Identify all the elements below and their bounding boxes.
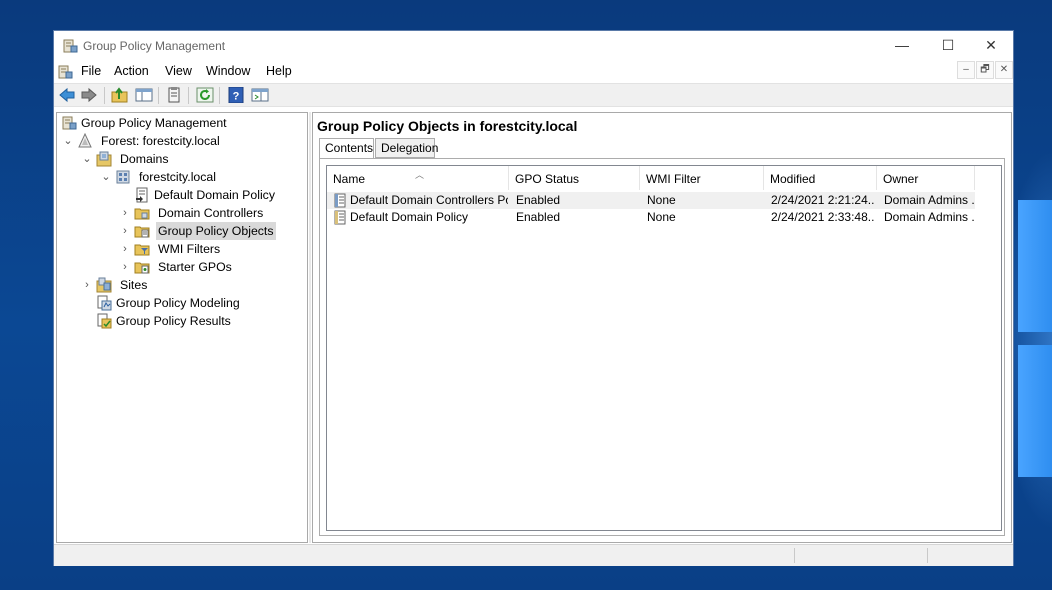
mdi-close-button[interactable]: ✕ (995, 61, 1013, 79)
collapse-chevron-icon[interactable]: ⌄ (82, 150, 92, 168)
gpmc-window: Group Policy Management — ☐ ✕ File Actio… (53, 30, 1014, 566)
menu-file[interactable]: File (81, 64, 101, 78)
page-title: Group Policy Objects in forestcity.local (317, 118, 578, 134)
domains-icon (96, 151, 112, 167)
table-row[interactable]: Default Domain Policy Enabled None 2/24/… (327, 209, 975, 226)
cell-name: Default Domain Policy (350, 210, 469, 224)
gpo-list-view[interactable]: ︿ Name GPO Status WMI Filter Modified Ow… (326, 165, 1002, 531)
expand-chevron-icon[interactable]: › (120, 204, 130, 222)
window-title: Group Policy Management (83, 39, 226, 53)
menu-view[interactable]: View (165, 64, 192, 78)
back-icon[interactable] (58, 87, 76, 103)
forest-icon (78, 133, 92, 148)
collapse-chevron-icon[interactable]: ⌄ (63, 132, 73, 150)
minimize-button[interactable]: — (879, 31, 925, 61)
maximize-button[interactable]: ☐ (925, 31, 971, 61)
toolbar-separator (188, 87, 189, 104)
cell-wmi-filter: None (647, 210, 676, 224)
starter-gpo-icon (134, 262, 150, 274)
menu-help[interactable]: Help (266, 64, 292, 78)
up-folder-icon[interactable] (111, 87, 129, 103)
cell-modified: 2/24/2021 2:21:24... (771, 193, 875, 207)
menu-bar: File Action View Window Help (54, 61, 1013, 83)
expand-chevron-icon[interactable]: › (120, 240, 130, 258)
console-icon[interactable] (251, 87, 269, 103)
toolbar: ? (54, 83, 1013, 107)
cell-name: Default Domain Controllers Policy (350, 193, 508, 207)
tab-panel-contents: ︿ Name GPO Status WMI Filter Modified Ow… (319, 158, 1005, 536)
desktop-logo-tile (1018, 200, 1052, 332)
sort-ascending-icon: ︿ (415, 170, 425, 180)
refresh-icon[interactable] (196, 87, 214, 103)
gpo-link-icon (136, 187, 148, 203)
cell-modified: 2/24/2021 2:33:48... (771, 210, 875, 224)
system-menu-icon[interactable] (57, 64, 73, 80)
properties-icon[interactable] (165, 87, 183, 103)
cell-gpo-status: Enabled (516, 193, 561, 207)
help-icon[interactable]: ? (227, 87, 245, 103)
collapse-chevron-icon[interactable]: ⌄ (101, 168, 111, 186)
table-row[interactable]: Default Domain Controllers Policy Enable… (327, 192, 975, 209)
tab-contents[interactable]: Contents (319, 138, 374, 159)
tab-delegation[interactable]: Delegation (375, 138, 438, 158)
forward-icon[interactable] (80, 87, 98, 103)
cell-owner: Domain Admins ... (884, 210, 974, 224)
results-icon (97, 313, 112, 329)
menu-action[interactable]: Action (114, 64, 149, 78)
mdi-controls: – 🗗 ✕ (956, 61, 1014, 81)
mdi-restore-button[interactable]: 🗗 (976, 61, 994, 79)
list-header: ︿ Name GPO Status WMI Filter Modified Ow… (327, 166, 1001, 190)
gpmc-icon (62, 116, 77, 130)
column-header-name[interactable]: ︿ Name (327, 166, 509, 190)
mdi-minimize-button[interactable]: – (957, 61, 975, 79)
sites-icon (96, 277, 112, 293)
desktop-logo-tile (1018, 345, 1052, 477)
title-bar[interactable]: Group Policy Management — ☐ ✕ (54, 31, 1013, 61)
status-separator (927, 548, 928, 563)
cell-wmi-filter: None (647, 193, 676, 207)
gpo-icon (334, 210, 346, 225)
status-separator (794, 548, 795, 563)
show-hide-tree-icon[interactable] (135, 87, 153, 103)
menu-window[interactable]: Window (206, 64, 250, 78)
toolbar-separator (104, 87, 105, 104)
gpmc-app-icon (63, 39, 78, 53)
toolbar-separator (219, 87, 220, 104)
expand-chevron-icon[interactable]: › (120, 222, 130, 240)
gpo-folder-icon (134, 226, 150, 238)
domain-icon (116, 170, 130, 184)
toolbar-separator (158, 87, 159, 104)
column-header-gpo-status[interactable]: GPO Status (509, 166, 640, 190)
column-header-wmi-filter[interactable]: WMI Filter (640, 166, 764, 190)
wmi-filter-icon (134, 244, 150, 256)
ou-folder-icon (134, 208, 150, 220)
cell-owner: Domain Admins ... (884, 193, 974, 207)
pane-splitter[interactable] (309, 112, 311, 543)
expand-chevron-icon[interactable]: › (120, 258, 130, 276)
column-header-owner[interactable]: Owner (877, 166, 975, 190)
modeling-icon (97, 295, 112, 311)
column-header-modified[interactable]: Modified (764, 166, 877, 190)
cell-gpo-status: Enabled (516, 210, 561, 224)
svg-text:?: ? (233, 91, 240, 103)
console-tree: Group Policy Management ⌄ Forest: forest… (56, 112, 308, 543)
status-bar (54, 544, 1013, 566)
gpo-icon (334, 193, 346, 208)
expand-chevron-icon[interactable]: › (82, 276, 92, 294)
results-pane: Group Policy Objects in forestcity.local… (312, 112, 1012, 543)
close-button[interactable]: ✕ (968, 31, 1014, 61)
